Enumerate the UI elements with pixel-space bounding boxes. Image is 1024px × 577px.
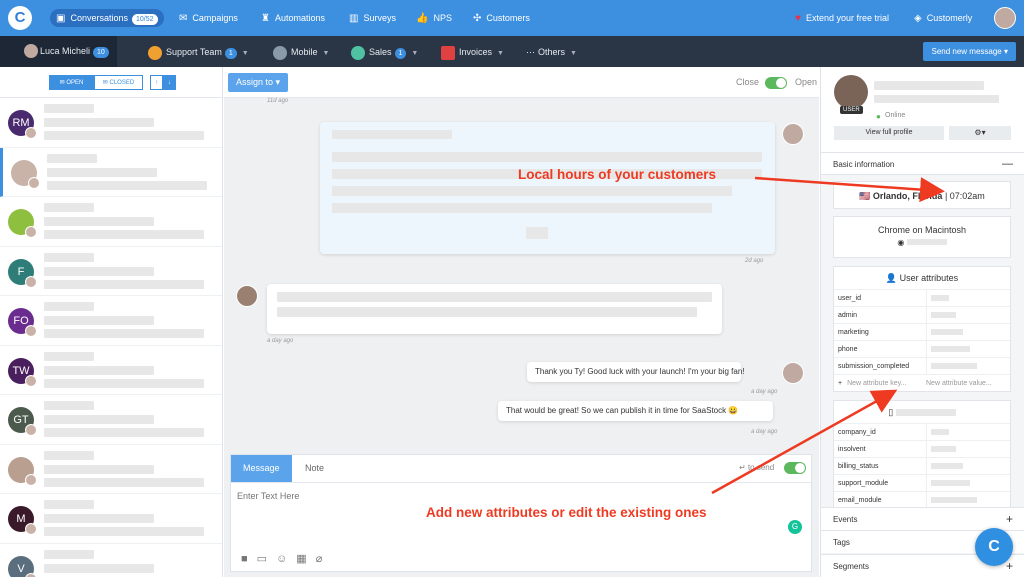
- customerly-chat-launcher[interactable]: C: [975, 528, 1013, 566]
- annotation-arrows: [711, 176, 945, 495]
- arrow-to-new-attribute: [711, 389, 898, 495]
- arrow-to-local-time: [754, 176, 945, 203]
